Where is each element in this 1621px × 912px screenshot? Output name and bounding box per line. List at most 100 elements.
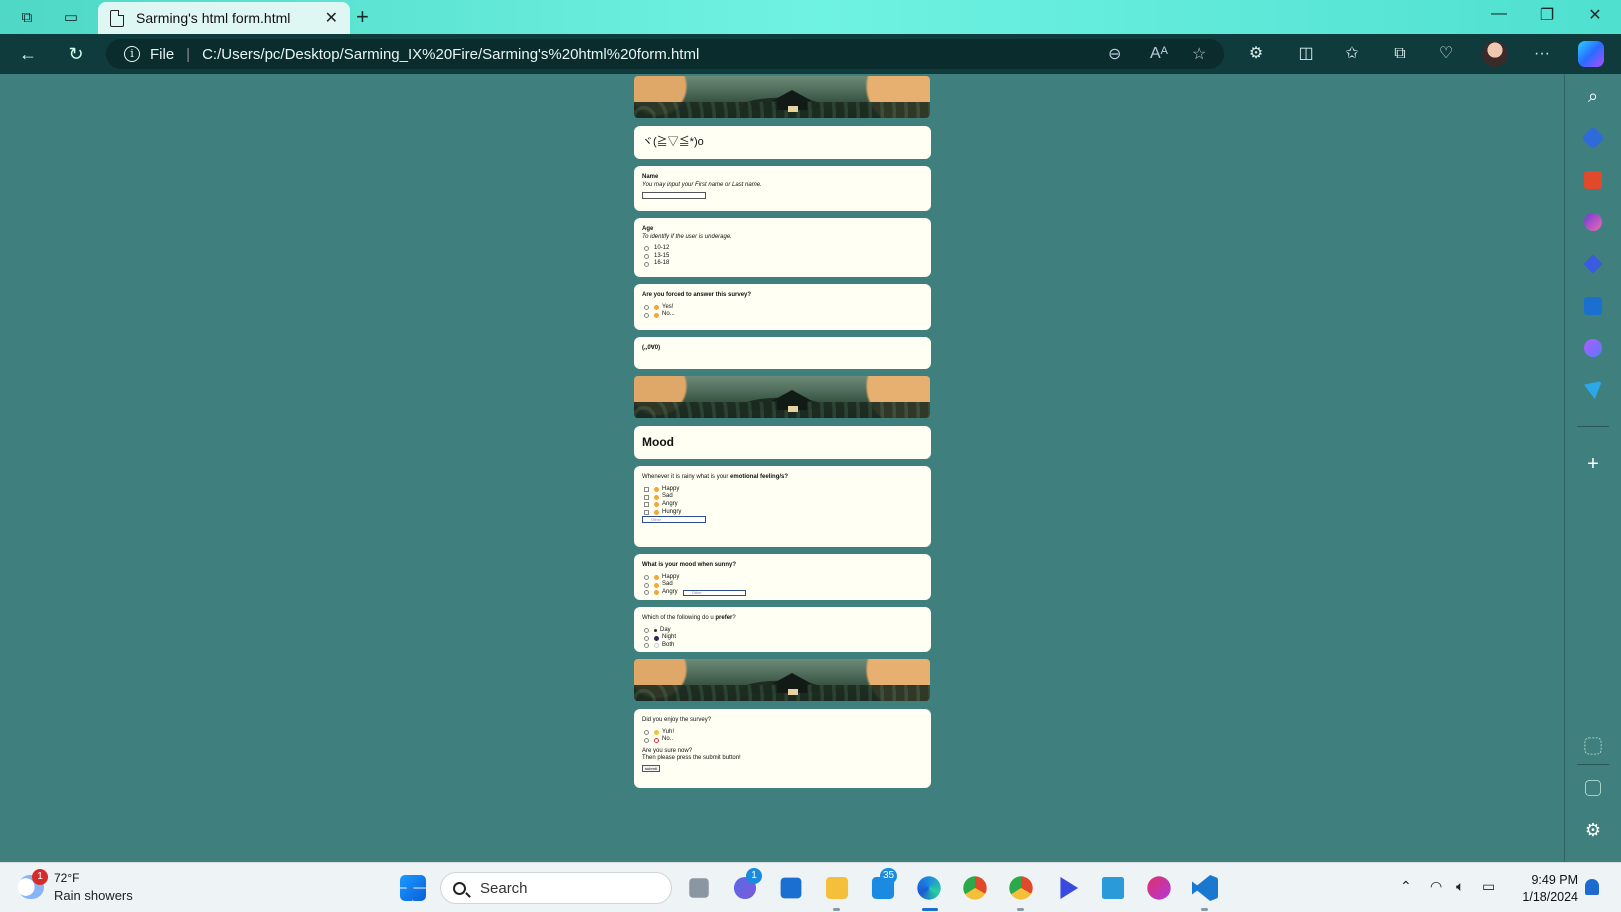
banner-image <box>634 659 930 701</box>
radio-button[interactable] <box>644 312 649 318</box>
radio-button[interactable] <box>644 261 649 267</box>
tab-active[interactable]: Sarming's html form.html ✕ <box>98 2 350 34</box>
close-window-icon[interactable]: ✕ <box>1580 5 1610 25</box>
sunny-other-input[interactable]: Other <box>682 589 746 596</box>
rainy-option[interactable]: Angry <box>642 501 923 509</box>
send-icon[interactable] <box>1584 381 1602 399</box>
extensions-icon[interactable]: ⚙ <box>1244 42 1268 66</box>
info-icon[interactable]: i <box>124 46 140 62</box>
running-indicator <box>1201 908 1208 911</box>
checkbox[interactable] <box>644 509 649 515</box>
radio-button[interactable] <box>644 574 649 580</box>
checkbox[interactable] <box>644 494 649 500</box>
tab-actions-icon[interactable]: ▭ <box>60 6 82 28</box>
browser-essentials-icon[interactable]: ♡ <box>1434 42 1458 66</box>
name-input[interactable] <box>642 192 706 199</box>
restore-icon[interactable]: ❐ <box>1532 5 1562 25</box>
copilot-sidebar-icon[interactable] <box>1583 254 1603 274</box>
checkbox[interactable] <box>644 486 649 492</box>
collections-icon[interactable]: ⧉ <box>1388 42 1412 66</box>
refresh-icon[interactable]: ↻ <box>64 42 88 66</box>
tools-icon[interactable] <box>1584 171 1602 189</box>
radio-button[interactable] <box>644 590 649 596</box>
edge-icon[interactable] <box>917 876 941 900</box>
volume-icon[interactable]: 🔈︎ <box>1456 878 1464 895</box>
prefer-option[interactable]: Day <box>642 627 923 635</box>
wifi-icon[interactable]: ◠ <box>1430 878 1442 895</box>
rainy-option[interactable]: Hungry <box>642 509 923 517</box>
emoji-icon <box>654 509 659 515</box>
wps-office-icon[interactable] <box>1147 876 1171 900</box>
vscode-icon[interactable] <box>1192 875 1218 901</box>
more-menu-icon[interactable]: ··· <box>1530 42 1554 66</box>
age-option[interactable]: 10-12 <box>642 245 923 253</box>
radio-button[interactable] <box>644 729 649 735</box>
enjoy-option[interactable]: Yuh! <box>642 729 923 737</box>
chrome-icon[interactable] <box>963 876 987 900</box>
radio-button[interactable] <box>644 254 649 260</box>
prefer-option[interactable]: Both <box>642 642 923 650</box>
radio-button[interactable] <box>644 304 649 310</box>
rainy-option[interactable]: Sad <box>642 493 923 501</box>
profile-avatar[interactable] <box>1482 41 1508 67</box>
workspaces-icon[interactable]: ⧉ <box>16 6 38 28</box>
rainy-other-input[interactable]: Other <box>642 516 706 524</box>
settings-gear-icon[interactable]: ⚙ <box>1581 818 1605 842</box>
sunny-option[interactable]: Angry Other <box>642 589 923 597</box>
taskbar-search[interactable]: Search <box>440 872 672 904</box>
add-icon[interactable]: + <box>1581 452 1605 476</box>
notification-bell-icon[interactable] <box>1585 879 1599 895</box>
windows-taskbar: 1 72°F Rain showers Search 1 35 ⌃ ◠ 🔈︎ ▭… <box>0 862 1621 912</box>
split-screen-icon[interactable]: ◫ <box>1294 42 1318 66</box>
battery-icon[interactable]: ▭ <box>1482 878 1495 895</box>
copilot-icon[interactable] <box>1578 41 1604 67</box>
start-icon[interactable] <box>400 875 426 901</box>
designer-icon[interactable] <box>1584 339 1602 357</box>
rainy-option[interactable]: Happy <box>642 486 923 494</box>
file-explorer-icon[interactable] <box>825 876 849 900</box>
games-icon[interactable] <box>1584 213 1602 231</box>
search-icon[interactable]: ⌕ <box>1581 84 1605 108</box>
video-editor-icon[interactable] <box>1060 876 1079 900</box>
tab-close-icon[interactable]: ✕ <box>325 8 338 28</box>
weather-temperature[interactable]: 72°F <box>54 871 79 885</box>
new-tab-icon[interactable]: + <box>356 4 369 30</box>
url-text: C:/Users/pc/Desktop/Sarming_IX%20Fire/Sa… <box>202 45 700 63</box>
task-view-icon[interactable] <box>689 878 709 898</box>
favorites-icon[interactable]: ✩ <box>1340 42 1364 66</box>
forced-option[interactable]: Yes! <box>642 304 923 312</box>
show-hidden-icons[interactable]: ⌃ <box>1400 878 1412 895</box>
system-clock[interactable]: 9:49 PM 1/18/2024 <box>1514 872 1578 906</box>
shopping-icon[interactable] <box>1581 126 1605 150</box>
radio-button[interactable] <box>644 643 649 649</box>
terminal-icon[interactable] <box>1101 876 1125 900</box>
age-option[interactable]: 16-18 <box>642 260 923 268</box>
enjoy-option[interactable]: No.. <box>642 736 923 744</box>
read-aloud-icon[interactable]: Aᴬ <box>1150 39 1168 69</box>
submit-button[interactable]: submit <box>642 764 660 772</box>
outlook-icon[interactable] <box>1584 297 1602 315</box>
weather-description[interactable]: Rain showers <box>54 888 133 903</box>
name-hint: You may input your First name or Last na… <box>642 181 762 188</box>
radio-button[interactable] <box>644 246 649 252</box>
radio-button[interactable] <box>644 627 649 633</box>
screenshot-icon[interactable] <box>1584 737 1602 755</box>
emoji-icon <box>654 494 659 500</box>
back-icon[interactable]: ← <box>16 42 40 66</box>
hide-sidebar-icon[interactable] <box>1585 780 1601 796</box>
sunny-option[interactable]: Happy <box>642 574 923 582</box>
zoom-out-icon[interactable]: ⊖ <box>1108 39 1121 69</box>
checkbox[interactable] <box>644 502 649 508</box>
widgets-icon[interactable] <box>780 877 802 899</box>
sunny-option[interactable]: Sad <box>642 581 923 589</box>
radio-button[interactable] <box>644 635 649 641</box>
address-bar[interactable]: i File | C:/Users/pc/Desktop/Sarming_IX%… <box>106 39 1224 69</box>
radio-button[interactable] <box>644 737 649 743</box>
favorite-star-icon[interactable]: ☆ <box>1192 39 1206 69</box>
forced-option[interactable]: No... <box>642 311 923 319</box>
chrome-profile-icon[interactable] <box>1009 876 1033 900</box>
age-option[interactable]: 13-15 <box>642 253 923 261</box>
prefer-option[interactable]: Night <box>642 634 923 642</box>
minimize-icon[interactable]: — <box>1484 5 1514 23</box>
radio-button[interactable] <box>644 582 649 588</box>
